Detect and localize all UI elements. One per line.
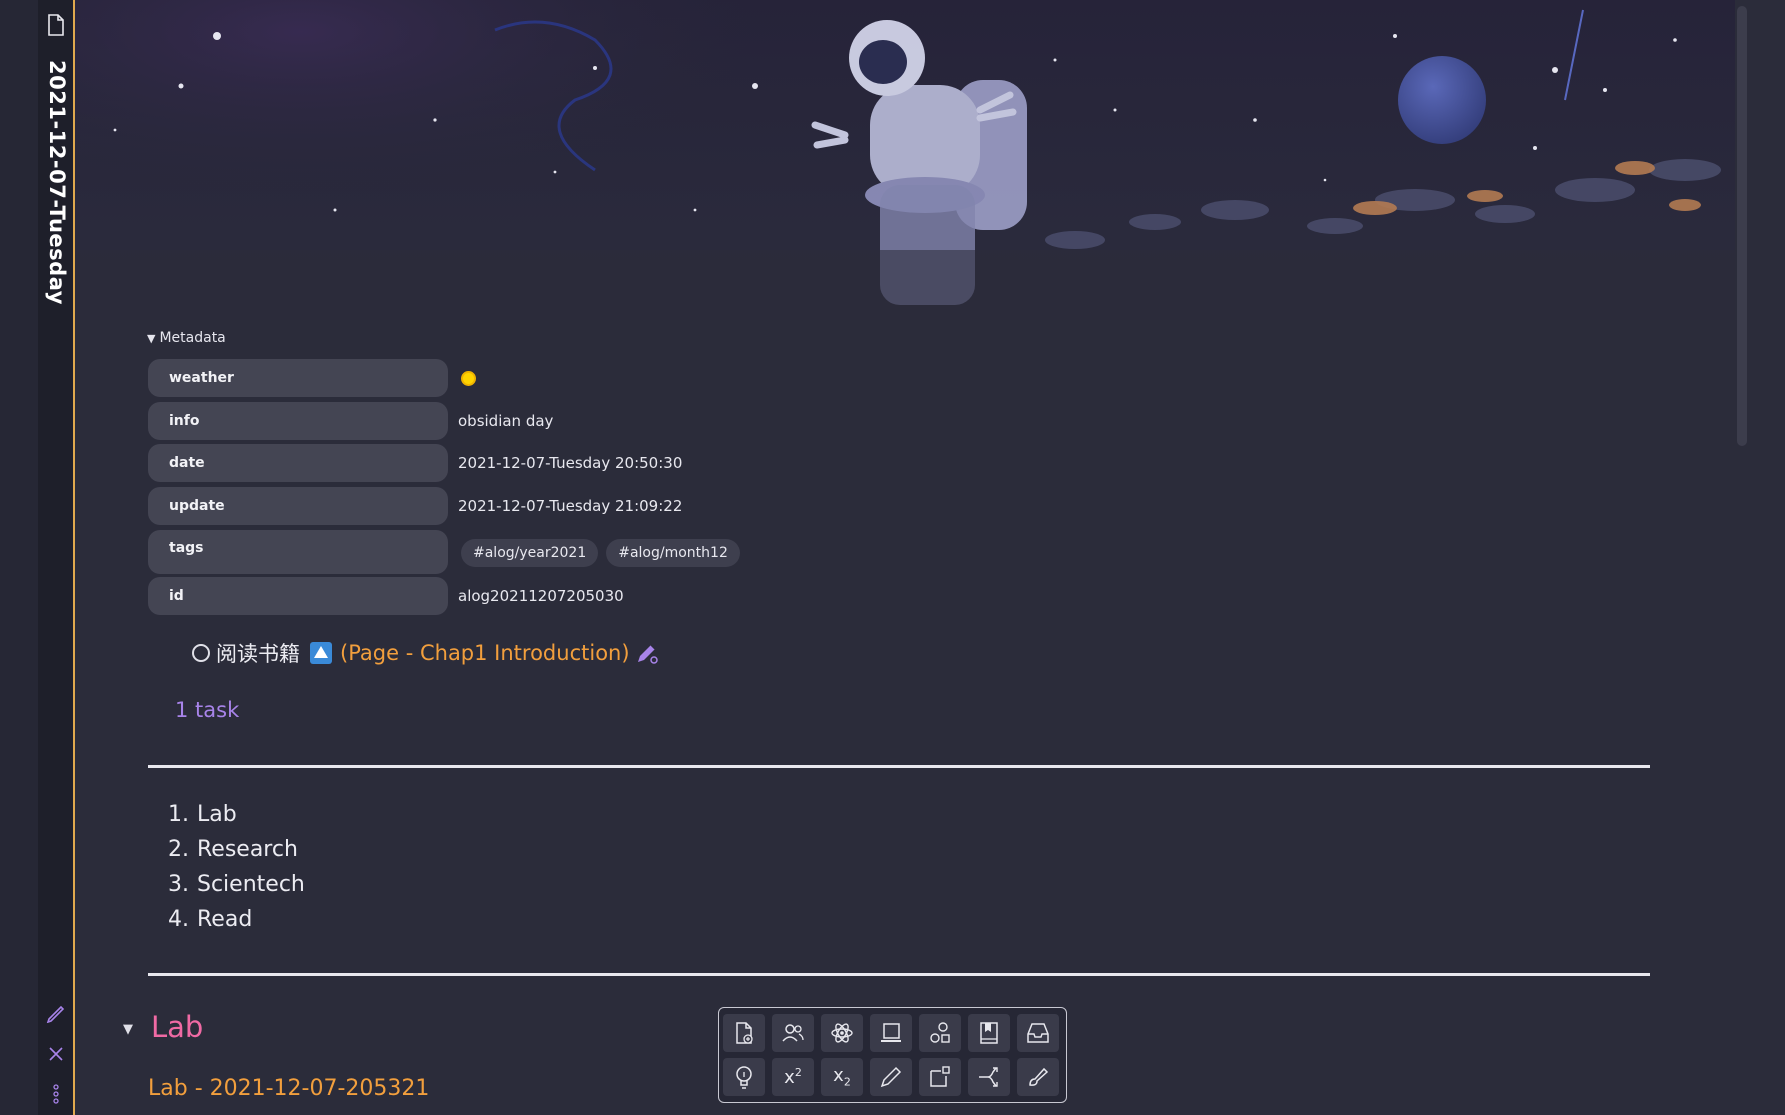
metadata-key: tags (148, 530, 448, 574)
file-icon (48, 14, 64, 36)
list-number: 3. (168, 872, 189, 897)
list-item-label: Lab (197, 802, 237, 827)
list-item-label: Research (197, 837, 298, 862)
fold-caret-icon[interactable]: ▼ (123, 1022, 133, 1037)
shapes-icon (930, 1022, 950, 1043)
metadata-key: update (148, 487, 448, 525)
scrollbar-thumb[interactable] (1737, 6, 1747, 446)
more-options-icon[interactable] (45, 1083, 67, 1105)
laptop-icon (881, 1023, 901, 1042)
close-icon[interactable] (45, 1043, 67, 1065)
frame-icon (930, 1066, 950, 1087)
metadata-value: 2021-12-07-Tuesday 20:50:30 (458, 454, 683, 472)
numbered-list: 1. Lab 2. Research 3. Scientech 4. Read (168, 797, 305, 937)
section-subtitle: Lab - 2021-12-07-205321 (148, 1076, 430, 1101)
inbox-button[interactable] (1017, 1014, 1059, 1052)
metadata-value (458, 359, 474, 397)
list-number: 2. (168, 837, 189, 862)
laptop-button[interactable] (870, 1014, 912, 1052)
list-number: 4. (168, 907, 189, 932)
floating-toolbar: x2 x2 (718, 1007, 1067, 1103)
metadata-key: weather (148, 359, 448, 397)
list-item-label: Read (197, 907, 253, 932)
subscript-button[interactable]: x2 (821, 1058, 863, 1096)
horizontal-rule (148, 765, 1650, 768)
list-item: 4. Read (168, 902, 305, 937)
sun-icon (463, 373, 474, 384)
people-button[interactable] (772, 1014, 814, 1052)
list-item: 3. Scientech (168, 867, 305, 902)
brush-button[interactable] (1017, 1058, 1059, 1096)
metadata-value: alog20211207205030 (458, 587, 624, 605)
atom-button[interactable] (821, 1014, 863, 1052)
atom-icon (831, 1023, 853, 1043)
new-file-button[interactable] (723, 1014, 765, 1052)
branch-button[interactable] (968, 1058, 1010, 1096)
list-number: 1. (168, 802, 189, 827)
brush-icon (1029, 1067, 1049, 1086)
task-open-paren: ( (340, 641, 349, 665)
metadata-key: info (148, 402, 448, 440)
editor-pane: ▼ Metadata weather info obsidian day date… (75, 0, 1785, 1115)
shapes-button[interactable] (919, 1014, 961, 1052)
collapse-triangle-icon: ▼ (147, 332, 156, 345)
superscript-button[interactable]: x2 (772, 1058, 814, 1096)
metadata-key: id (148, 577, 448, 615)
section-heading-lab[interactable]: ▼ Lab (123, 1010, 203, 1044)
bookmark-book-button[interactable] (968, 1014, 1010, 1052)
metadata-value: obsidian day (458, 412, 554, 430)
superscript-icon: x2 (784, 1066, 802, 1088)
frame-button[interactable] (919, 1058, 961, 1096)
subscript-icon: x2 (833, 1065, 851, 1089)
pencil-icon[interactable] (45, 1001, 67, 1023)
task-checkbox[interactable] (192, 644, 210, 662)
lightbulb-button[interactable] (723, 1058, 765, 1096)
tag-pill[interactable]: #alog/month12 (606, 538, 740, 567)
branch-icon (979, 1067, 998, 1087)
astronaut-banner-image (75, 0, 1735, 320)
people-icon (782, 1024, 804, 1042)
new-file-icon (736, 1022, 753, 1044)
bookmark-book-icon (980, 1022, 998, 1044)
horizontal-rule (148, 973, 1650, 976)
metadata-value: 2021-12-07-Tuesday 21:09:22 (458, 497, 683, 515)
pencil-button[interactable] (870, 1058, 912, 1096)
section-heading-text: Lab (151, 1010, 204, 1044)
list-item-label: Scientech (197, 872, 305, 897)
tag-pill[interactable]: #alog/year2021 (461, 538, 599, 567)
lightbulb-icon (736, 1066, 752, 1089)
metadata-toggle[interactable]: ▼ Metadata (147, 330, 226, 346)
vertical-tab-header[interactable]: 2021-12-07-Tuesday (38, 0, 75, 1115)
edit-task-icon[interactable] (634, 640, 660, 666)
task-source-link[interactable]: Page - Chap1 Introduction (348, 641, 621, 665)
list-item: 1. Lab (168, 797, 305, 832)
priority-up-icon (310, 642, 332, 664)
task-text: 阅读书籍 (216, 642, 300, 666)
task-count: 1 task (175, 698, 240, 722)
metadata-value: #alog/year2021 #alog/month12 (461, 530, 748, 574)
window-edge (0, 0, 38, 1115)
metadata-toggle-label: Metadata (159, 330, 226, 346)
metadata-key: date (148, 444, 448, 482)
pencil-icon (880, 1066, 902, 1088)
list-item: 2. Research (168, 832, 305, 867)
tab-title[interactable]: 2021-12-07-Tuesday (45, 60, 69, 305)
task-item: 阅读书籍 ( Page - Chap1 Introduction ) (192, 638, 660, 668)
task-close-paren: ) (621, 641, 630, 665)
inbox-icon (1027, 1023, 1049, 1043)
